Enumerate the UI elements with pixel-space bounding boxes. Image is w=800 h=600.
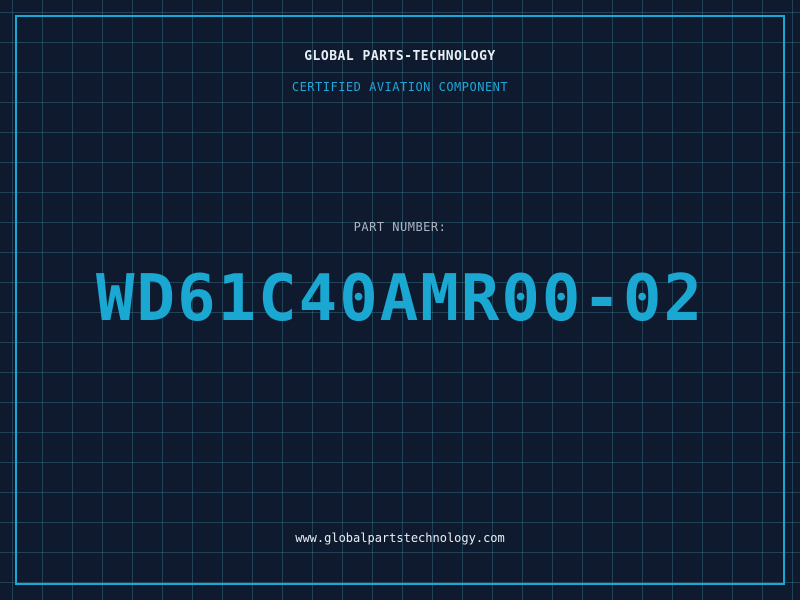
website-link[interactable]: www.globalpartstechnology.com (0, 531, 800, 545)
certification-tagline: CERTIFIED AVIATION COMPONENT (291, 80, 509, 94)
part-number-label: PART NUMBER: (353, 220, 447, 234)
company-name: GLOBAL PARTS-TECHNOLOGY (304, 49, 496, 64)
part-number-value: WD61C40AMR00-02 (96, 262, 704, 336)
